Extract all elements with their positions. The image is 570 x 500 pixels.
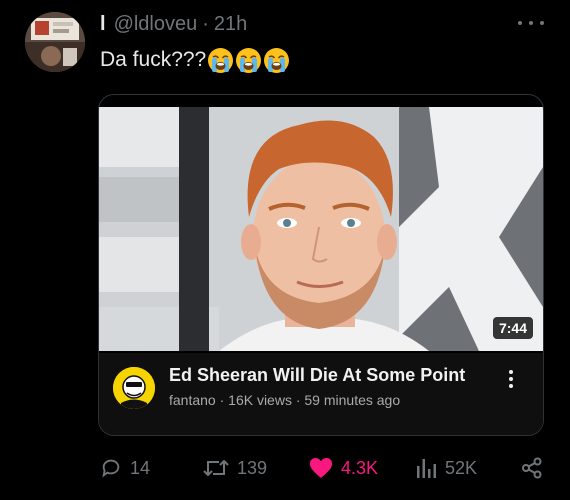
channel-avatar[interactable] — [113, 367, 155, 409]
reply-icon — [102, 459, 120, 478]
views-icon — [417, 459, 436, 478]
like-button[interactable]: 4.3K — [309, 452, 378, 484]
channel-logo-icon — [113, 367, 155, 409]
tweet-text: Da fuck??? — [100, 44, 290, 76]
loudly-crying-face-emoji — [263, 47, 290, 74]
video-card[interactable]: 7:44 Ed Sheeran Will Die At Some Point f… — [98, 94, 544, 436]
tweet-timestamp[interactable]: 21h — [214, 13, 247, 36]
kebab-menu-icon[interactable] — [503, 367, 519, 391]
reply-button[interactable]: 14 — [100, 452, 150, 484]
more-icon[interactable] — [518, 13, 544, 33]
like-count: 4.3K — [341, 457, 379, 478]
share-icon — [522, 457, 542, 479]
reply-count: 14 — [130, 457, 151, 478]
retweet-count: 139 — [237, 457, 268, 478]
tweet-header: l @ldloveu · 21h — [100, 10, 247, 38]
video-thumbnail[interactable]: 7:44 — [99, 107, 543, 351]
share-button[interactable] — [521, 452, 543, 484]
video-info-bar[interactable]: Ed Sheeran Will Die At Some Point fantan… — [99, 353, 543, 435]
video-duration-badge: 7:44 — [492, 317, 533, 339]
loudly-crying-face-emoji — [207, 47, 234, 74]
tweet-action-bar: 14 139 4.3K 52K — [100, 452, 550, 484]
retweet-button[interactable]: 139 — [203, 452, 267, 484]
tweet-text-content: Da fuck??? — [100, 48, 207, 71]
loudly-crying-face-emoji — [235, 47, 262, 74]
like-icon — [310, 458, 332, 478]
retweet-icon — [203, 459, 229, 477]
avatar-image — [25, 12, 85, 72]
video-thumbnail-image — [99, 107, 543, 351]
views-count: 52K — [445, 457, 478, 478]
user-handle[interactable]: @ldloveu — [114, 13, 198, 36]
header-separator: · — [202, 12, 209, 35]
avatar[interactable] — [25, 12, 85, 72]
views-button[interactable]: 52K — [415, 452, 477, 484]
display-name[interactable]: l — [100, 13, 106, 36]
video-title[interactable]: Ed Sheeran Will Die At Some Point — [169, 365, 465, 386]
video-meta: fantano · 16K views · 59 minutes ago — [169, 392, 401, 408]
